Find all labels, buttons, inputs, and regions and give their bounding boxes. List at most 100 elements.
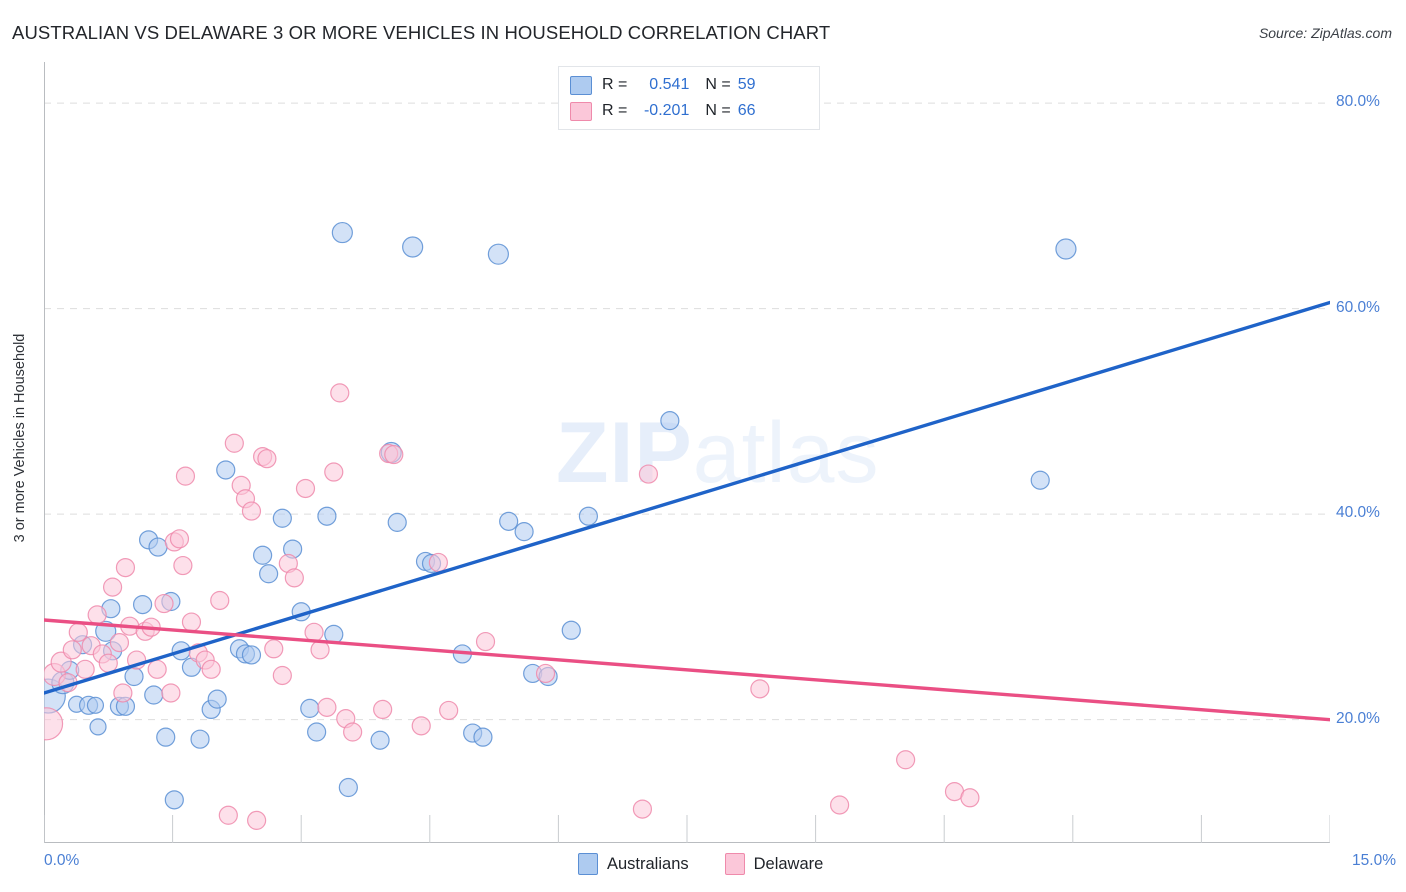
data-point[interactable] (632, 799, 653, 819)
data-point[interactable] (156, 727, 176, 747)
legend-n-value-2: 66 (737, 102, 756, 119)
data-point[interactable] (109, 633, 130, 653)
data-point[interactable] (499, 511, 519, 531)
data-point[interactable] (373, 699, 393, 720)
data-point[interactable] (175, 466, 196, 486)
data-point[interactable] (148, 537, 168, 557)
data-point[interactable] (561, 620, 581, 640)
data-point[interactable] (241, 501, 262, 521)
data-point[interactable] (384, 444, 404, 465)
data-point[interactable] (132, 594, 153, 615)
data-point[interactable] (317, 506, 337, 526)
series-label-delaware[interactable]: Delaware (754, 855, 824, 874)
data-point[interactable] (272, 665, 292, 686)
legend-row-australians: R = 0.541 N = 59 (570, 72, 755, 98)
legend-swatch-australians (570, 75, 592, 95)
plot-area (44, 62, 1330, 843)
data-point[interactable] (428, 552, 448, 573)
data-point[interactable] (144, 685, 164, 705)
data-point[interactable] (218, 805, 238, 825)
data-point[interactable] (1055, 238, 1077, 260)
data-point[interactable] (896, 750, 916, 770)
data-point[interactable] (181, 612, 202, 632)
data-point[interactable] (207, 689, 227, 709)
data-point[interactable] (115, 557, 136, 578)
legend-r-value-1: 0.541 (649, 76, 690, 93)
correlation-chart: AUSTRALIAN VS DELAWARE 3 OR MORE VEHICLE… (0, 0, 1406, 892)
data-point[interactable] (164, 790, 184, 810)
data-point[interactable] (259, 564, 279, 584)
data-point[interactable] (241, 645, 262, 665)
data-point[interactable] (253, 545, 273, 565)
series-label-australians[interactable]: Australians (607, 855, 689, 874)
data-point[interactable] (147, 659, 167, 679)
data-point[interactable] (514, 522, 534, 542)
data-point[interactable] (190, 729, 210, 749)
data-point[interactable] (102, 577, 123, 597)
data-point[interactable] (960, 788, 980, 808)
data-point[interactable] (750, 679, 770, 699)
data-point[interactable] (439, 700, 459, 721)
data-point[interactable] (338, 777, 358, 798)
data-point[interactable] (75, 659, 95, 679)
data-point[interactable] (660, 411, 680, 431)
data-point[interactable] (387, 512, 407, 532)
data-point[interactable] (487, 243, 509, 265)
data-point[interactable] (304, 622, 324, 642)
data-point[interactable] (86, 696, 105, 714)
data-point[interactable] (411, 716, 431, 736)
data-point[interactable] (87, 605, 107, 625)
data-point[interactable] (295, 478, 316, 499)
legend-r-value-2: -0.201 (643, 102, 690, 119)
data-point[interactable] (169, 529, 190, 549)
data-point[interactable] (89, 718, 107, 736)
data-point[interactable] (62, 640, 82, 660)
data-point[interactable] (68, 622, 88, 642)
data-point[interactable] (307, 722, 327, 742)
data-point[interactable] (300, 698, 320, 718)
legend-row-delaware: R = -0.201 N = 66 (570, 98, 755, 124)
data-point[interactable] (247, 810, 267, 830)
data-point[interactable] (98, 653, 118, 673)
x-tick-max: 15.0% (1352, 852, 1396, 869)
data-point[interactable] (272, 508, 292, 528)
data-point[interactable] (475, 631, 496, 652)
series-points-australians (44, 221, 1077, 810)
data-point[interactable] (370, 730, 390, 750)
data-point[interactable] (330, 383, 350, 403)
series-legend: Australians Delaware (578, 850, 823, 878)
data-point[interactable] (324, 462, 344, 482)
data-point[interactable] (216, 460, 236, 480)
data-point[interactable] (161, 683, 181, 703)
data-point[interactable] (264, 639, 284, 659)
data-point[interactable] (1030, 470, 1050, 490)
data-point[interactable] (343, 722, 363, 742)
legend-swatch-delaware (570, 101, 592, 121)
trendline-delaware (44, 618, 1330, 722)
data-point[interactable] (402, 236, 424, 258)
data-point[interactable] (210, 590, 230, 611)
data-point[interactable] (578, 506, 599, 526)
data-point[interactable] (201, 659, 221, 679)
series-swatch-australians[interactable] (578, 853, 598, 875)
series-swatch-delaware[interactable] (724, 853, 745, 875)
data-point[interactable] (257, 449, 277, 469)
data-point[interactable] (44, 707, 64, 741)
legend-r-label-1: R = (602, 76, 628, 93)
y-axis-title: 3 or more Vehicles in Household (12, 333, 28, 543)
data-point[interactable] (830, 795, 850, 815)
data-point[interactable] (535, 663, 556, 684)
data-point[interactable] (173, 555, 193, 576)
data-point[interactable] (317, 697, 337, 717)
data-point[interactable] (331, 221, 353, 244)
data-point[interactable] (638, 464, 659, 484)
data-point[interactable] (124, 666, 144, 687)
data-point[interactable] (284, 568, 304, 588)
data-point[interactable] (113, 683, 133, 703)
page-title: AUSTRALIAN VS DELAWARE 3 OR MORE VEHICLE… (12, 22, 831, 43)
data-point[interactable] (224, 433, 244, 453)
y-tick-20: 20.0% (1336, 709, 1380, 727)
data-point[interactable] (473, 727, 493, 747)
scatter-canvas (44, 62, 1330, 843)
data-point[interactable] (154, 593, 174, 614)
